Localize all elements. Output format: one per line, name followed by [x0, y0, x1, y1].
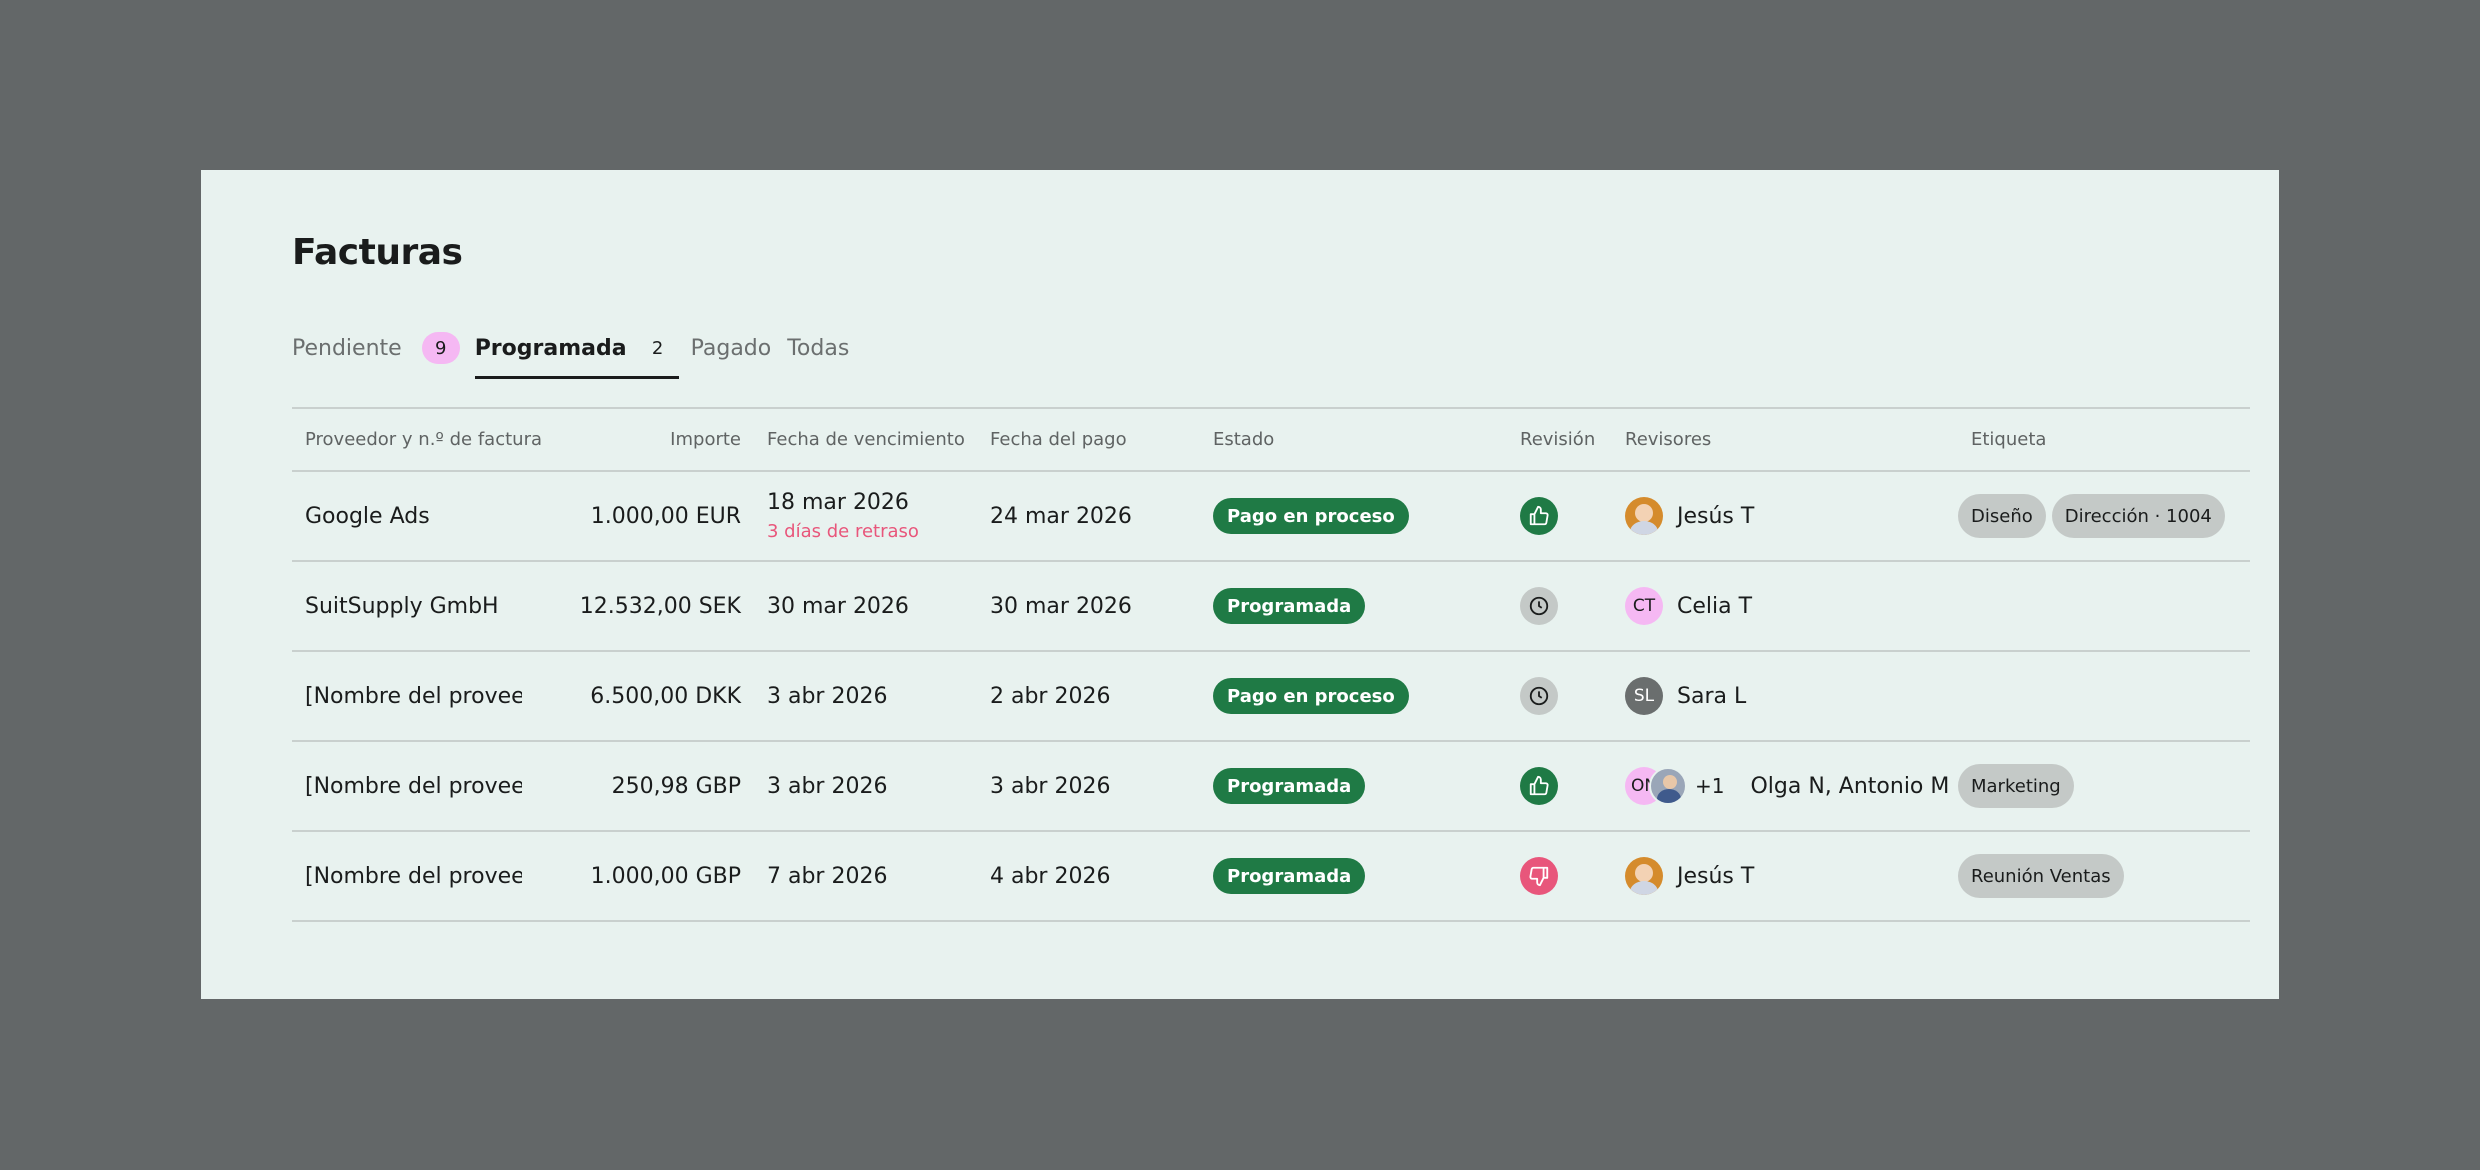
tab-pending-label: Pendiente: [292, 335, 402, 361]
vendor-name: SuitSupply GmbH: [292, 561, 522, 652]
reviewers-cell: SL Sara L: [1612, 651, 1958, 742]
status-badge: Programada: [1213, 768, 1366, 804]
avatar: [1649, 767, 1687, 805]
due-date: 3 abr 2026: [754, 741, 977, 832]
due-date: 18 mar 2026: [767, 490, 909, 515]
due-date: 7 abr 2026: [754, 831, 977, 922]
clock-icon[interactable]: [1520, 677, 1558, 715]
reviewer-names: Jesús T: [1677, 503, 1755, 529]
column-header-amount[interactable]: Importe: [522, 408, 754, 472]
tab-scheduled[interactable]: Programada 2: [474, 318, 679, 379]
status-cell: Programada: [1200, 741, 1507, 832]
column-header-status[interactable]: Estado: [1200, 408, 1507, 472]
tag-chip[interactable]: Marketing: [1958, 764, 2074, 808]
tags-cell: Reunión Ventas: [1958, 831, 2250, 922]
vendor-name: [Nombre del proveedor]: [292, 831, 522, 922]
status-badge: Pago en proceso: [1213, 678, 1409, 714]
reviewer-names: Celia T: [1677, 593, 1753, 619]
status-badge: Programada: [1213, 588, 1366, 624]
reviewer-names: Jesús T: [1677, 863, 1755, 889]
extra-reviewers-count: +1: [1695, 774, 1725, 798]
reviewer-names: Olga N, Antonio M + 1 r: [1750, 773, 1958, 799]
invoice-amount: 1.000,00 EUR: [522, 471, 754, 562]
tab-all-label: Todas: [787, 335, 850, 361]
column-header-tag[interactable]: Etiqueta: [1958, 408, 2250, 472]
thumbs-up-icon[interactable]: [1520, 497, 1558, 535]
avatar: SL: [1625, 677, 1663, 715]
clock-icon[interactable]: [1520, 587, 1558, 625]
reviewers-cell: Jesús T: [1612, 831, 1958, 922]
invoices-card: Facturas Pendiente 9 Programada 2 Pagado…: [201, 170, 2279, 999]
review-cell: [1507, 471, 1612, 562]
thumbs-down-icon[interactable]: [1520, 857, 1558, 895]
status-cell: Pago en proceso: [1200, 651, 1507, 742]
tab-pending-count: 9: [421, 332, 460, 364]
column-header-review[interactable]: Revisión: [1507, 408, 1612, 472]
invoice-amount: 12.532,00 SEK: [522, 561, 754, 652]
status-cell: Programada: [1200, 831, 1507, 922]
paid-date: 2 abr 2026: [977, 651, 1200, 742]
table-row[interactable]: [Nombre del proveedor] 1.000,00 GBP 7 ab…: [292, 831, 2250, 922]
table-row[interactable]: [Nombre del proveedor] 6.500,00 DKK 3 ab…: [292, 651, 2250, 742]
invoices-table: Proveedor y n.º de factura Importe Fecha…: [292, 408, 2250, 922]
paid-date: 3 abr 2026: [977, 741, 1200, 832]
status-badge: Pago en proceso: [1213, 498, 1409, 534]
vendor-name: [Nombre del proveedor]: [292, 741, 522, 832]
reviewer-names: Sara L: [1677, 683, 1747, 709]
tag-chip[interactable]: Diseño: [1958, 494, 2046, 538]
avatar: CT: [1625, 587, 1663, 625]
table-header-row: Proveedor y n.º de factura Importe Fecha…: [292, 408, 2250, 472]
table-row[interactable]: SuitSupply GmbH 12.532,00 SEK 30 mar 202…: [292, 561, 2250, 652]
page-title: Facturas: [292, 232, 463, 273]
paid-date: 30 mar 2026: [977, 561, 1200, 652]
table-row[interactable]: Google Ads 1.000,00 EUR 18 mar 2026 3 dí…: [292, 471, 2250, 562]
status-cell: Programada: [1200, 561, 1507, 652]
review-cell: [1507, 741, 1612, 832]
due-date: 30 mar 2026: [754, 561, 977, 652]
paid-date: 24 mar 2026: [977, 471, 1200, 562]
tags-cell: Diseño Dirección · 1004: [1958, 471, 2250, 562]
vendor-name: [Nombre del proveedor]: [292, 651, 522, 742]
paid-date: 4 abr 2026: [977, 831, 1200, 922]
tags-cell: Marketing: [1958, 741, 2250, 832]
tab-all[interactable]: Todas: [787, 318, 849, 378]
invoice-amount: 6.500,00 DKK: [522, 651, 754, 742]
table-row[interactable]: [Nombre del proveedor] 250,98 GBP 3 abr …: [292, 741, 2250, 832]
avatar: [1625, 857, 1663, 895]
tab-scheduled-label: Programada: [474, 335, 627, 361]
thumbs-up-icon[interactable]: [1520, 767, 1558, 805]
review-cell: [1507, 561, 1612, 652]
reviewers-cell: Jesús T: [1612, 471, 1958, 562]
tags-cell: [1958, 561, 2250, 652]
avatar: [1625, 497, 1663, 535]
column-header-vendor[interactable]: Proveedor y n.º de factura: [292, 408, 542, 472]
column-header-reviewers[interactable]: Revisores: [1612, 408, 1958, 472]
tab-scheduled-count: 2: [651, 337, 664, 359]
reviewers-cell: CT Celia T: [1612, 561, 1958, 652]
status-cell: Pago en proceso: [1200, 471, 1507, 562]
due-date: 3 abr 2026: [754, 651, 977, 742]
tag-chip[interactable]: Dirección · 1004: [2051, 494, 2225, 538]
status-badge: Programada: [1213, 858, 1366, 894]
tags-cell: [1958, 651, 2250, 742]
column-header-paid-date[interactable]: Fecha del pago: [977, 408, 1200, 472]
review-cell: [1507, 651, 1612, 742]
due-date-cell: 18 mar 2026 3 días de retraso: [754, 471, 977, 562]
column-header-due-date[interactable]: Fecha de vencimiento: [754, 408, 977, 472]
invoice-amount: 1.000,00 GBP: [522, 831, 754, 922]
tab-paid[interactable]: Pagado: [691, 318, 772, 378]
tag-chip[interactable]: Reunión Ventas: [1958, 854, 2124, 898]
vendor-name: Google Ads: [292, 471, 522, 562]
review-cell: [1507, 831, 1612, 922]
tab-bar: Pendiente 9 Programada 2 Pagado Todas: [292, 318, 2250, 379]
tab-pending[interactable]: Pendiente 9: [292, 318, 460, 378]
reviewers-cell: ON +1 Olga N, Antonio M + 1 r: [1612, 741, 1958, 832]
tab-paid-label: Pagado: [690, 335, 772, 361]
invoice-amount: 250,98 GBP: [522, 741, 754, 832]
overdue-note: 3 días de retraso: [767, 521, 919, 542]
